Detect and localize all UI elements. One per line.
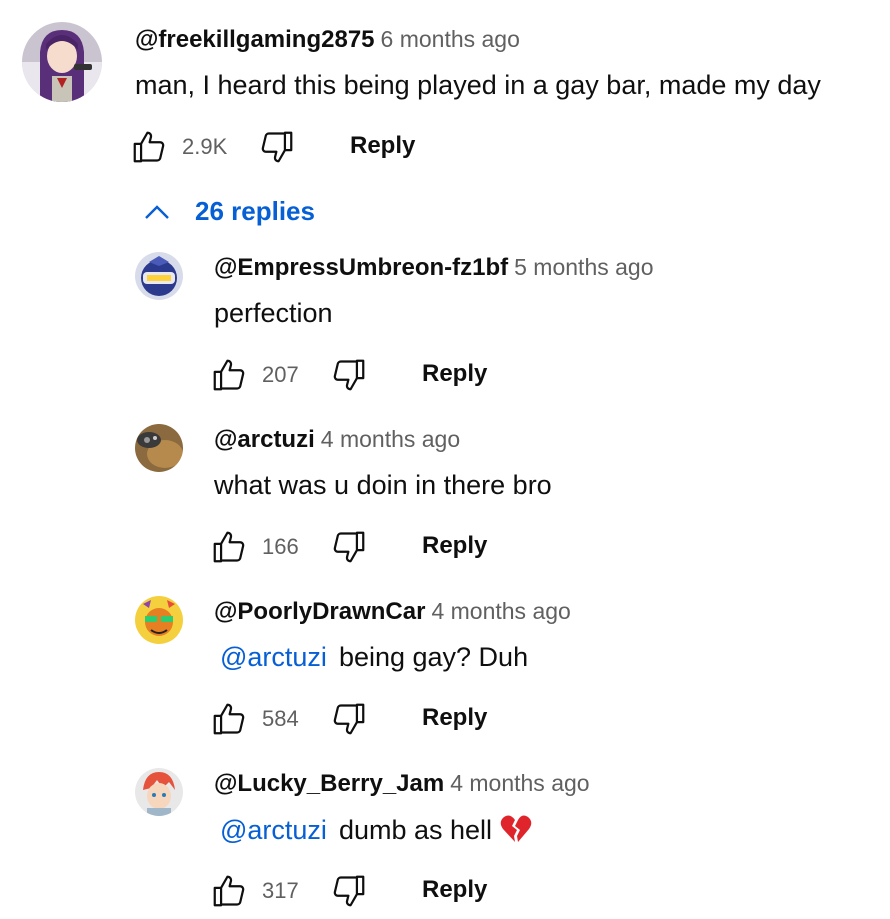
timestamp[interactable]: 6 months ago [381, 26, 520, 52]
dislike-button[interactable] [330, 356, 368, 394]
top-comment: @freekillgaming2875 6 months ago man, I h… [0, 0, 890, 190]
comment-actions: 207 Reply [210, 356, 510, 396]
timestamp[interactable]: 4 months ago [431, 598, 570, 624]
comment-body: man, I heard this being played in a gay … [135, 70, 821, 100]
avatar[interactable] [135, 424, 183, 472]
comment-text: what was u doin in there bro [214, 470, 552, 501]
like-count: 584 [262, 706, 299, 731]
comment-body: what was u doin in there bro [214, 470, 552, 500]
replies-count-label: 26 replies [195, 196, 315, 226]
comment-meta: @EmpressUmbreon-fz1bf 5 months ago [214, 254, 654, 282]
avatar[interactable] [22, 22, 102, 102]
timestamp[interactable]: 4 months ago [321, 426, 460, 452]
timestamp[interactable]: 5 months ago [514, 254, 653, 280]
avatar[interactable] [135, 596, 183, 644]
reply-comment: @PoorlyDrawnCar 4 months ago @arctuzi bein… [0, 594, 890, 754]
comment-meta: @Lucky_Berry_Jam 4 months ago [214, 770, 590, 798]
like-button[interactable] [210, 528, 248, 566]
comment-meta: @arctuzi 4 months ago [214, 426, 460, 454]
thumbs-up-icon [213, 531, 245, 563]
thumbs-up-icon [133, 131, 165, 163]
author-handle[interactable]: @PoorlyDrawnCar [214, 598, 425, 625]
thumbs-down-icon [333, 531, 365, 563]
author-handle[interactable]: @EmpressUmbreon-fz1bf [214, 254, 508, 281]
avatar[interactable] [135, 768, 183, 816]
comment-text: man, I heard this being played in a gay … [135, 70, 821, 101]
comment-text: @arctuzi being gay? Duh [220, 642, 528, 673]
comment-actions: 584 Reply [210, 700, 510, 740]
thumbs-down-icon [333, 703, 365, 735]
reply-button[interactable]: Reply [350, 132, 415, 160]
comment-body: dumb as hell [338, 815, 493, 845]
comment-body: perfection [214, 298, 333, 328]
like-count: 207 [262, 362, 299, 387]
thumbs-up-icon [213, 703, 245, 735]
timestamp[interactable]: 4 months ago [450, 770, 589, 796]
comment-text: perfection [214, 298, 333, 329]
like-button[interactable] [210, 872, 248, 910]
dislike-button[interactable] [330, 700, 368, 738]
comment-meta: @freekillgaming2875 6 months ago [135, 26, 520, 54]
reply-comment: @Lucky_Berry_Jam 4 months ago @arctuzi dum… [0, 766, 890, 919]
like-button[interactable] [130, 128, 168, 166]
comment-actions: 317 Reply [210, 872, 510, 912]
author-handle[interactable]: @Lucky_Berry_Jam [214, 770, 444, 797]
reply-button[interactable]: Reply [422, 704, 487, 732]
reply-button[interactable]: Reply [422, 532, 487, 560]
reply-comment: @EmpressUmbreon-fz1bf 5 months ago perfec… [0, 250, 890, 410]
mention-link[interactable]: @arctuzi [220, 815, 327, 845]
thumbs-down-icon [333, 875, 365, 907]
comment-meta: @PoorlyDrawnCar 4 months ago [214, 598, 571, 626]
mention-link[interactable]: @arctuzi [220, 642, 327, 672]
comment-actions: 2.9K Reply [130, 128, 430, 168]
comment-actions: 166 Reply [210, 528, 510, 568]
thumbs-up-icon [213, 359, 245, 391]
author-handle[interactable]: @arctuzi [214, 426, 315, 453]
dislike-button[interactable] [330, 872, 368, 910]
like-button[interactable] [210, 356, 248, 394]
comment-text: @arctuzi dumb as hell [220, 814, 532, 846]
thumbs-up-icon [213, 875, 245, 907]
like-count: 166 [262, 534, 299, 559]
avatar[interactable] [135, 252, 183, 300]
reply-button[interactable]: Reply [422, 360, 487, 388]
like-count: 2.9K [182, 134, 228, 159]
dislike-button[interactable] [258, 128, 296, 166]
broken-heart-icon [500, 815, 532, 842]
comment-body: being gay? Duh [338, 642, 529, 672]
reply-comment: @arctuzi 4 months ago what was u doin in … [0, 422, 890, 582]
thumbs-down-icon [333, 359, 365, 391]
like-button[interactable] [210, 700, 248, 738]
dislike-button[interactable] [330, 528, 368, 566]
reply-button[interactable]: Reply [422, 876, 487, 904]
chevron-up-icon [145, 205, 169, 219]
thumbs-down-icon [261, 131, 293, 163]
like-count: 317 [262, 878, 299, 903]
author-handle[interactable]: @freekillgaming2875 [135, 26, 375, 53]
